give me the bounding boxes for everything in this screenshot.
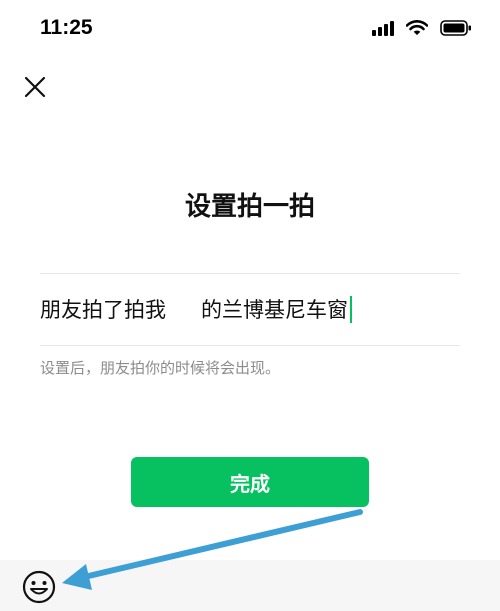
cellular-signal-icon [372, 21, 394, 36]
emoji-button[interactable] [22, 570, 56, 604]
done-button[interactable]: 完成 [131, 457, 369, 507]
wifi-icon [406, 20, 428, 35]
text-cursor [350, 295, 352, 323]
bottom-toolbar [0, 560, 500, 611]
status-icons [372, 20, 472, 36]
pat-prefix-label: 朋友拍了拍我 [40, 298, 166, 322]
close-icon [24, 76, 46, 98]
page-title: 设置拍一拍 [184, 192, 315, 222]
pat-suffix-input[interactable]: 朋友拍了拍我 的兰博基尼车窗 [40, 274, 460, 344]
battery-icon [440, 20, 471, 36]
status-bar: 11:25 [0, 0, 500, 56]
status-time: 11:25 [40, 16, 93, 39]
hint-text: 设置后，朋友拍你的时候将会出现。 [40, 359, 281, 377]
pat-suffix-value[interactable]: 的兰博基尼车窗 [201, 294, 348, 324]
smiley-face-icon [22, 570, 56, 604]
close-button[interactable] [22, 74, 48, 100]
input-bottom-divider [40, 345, 460, 346]
